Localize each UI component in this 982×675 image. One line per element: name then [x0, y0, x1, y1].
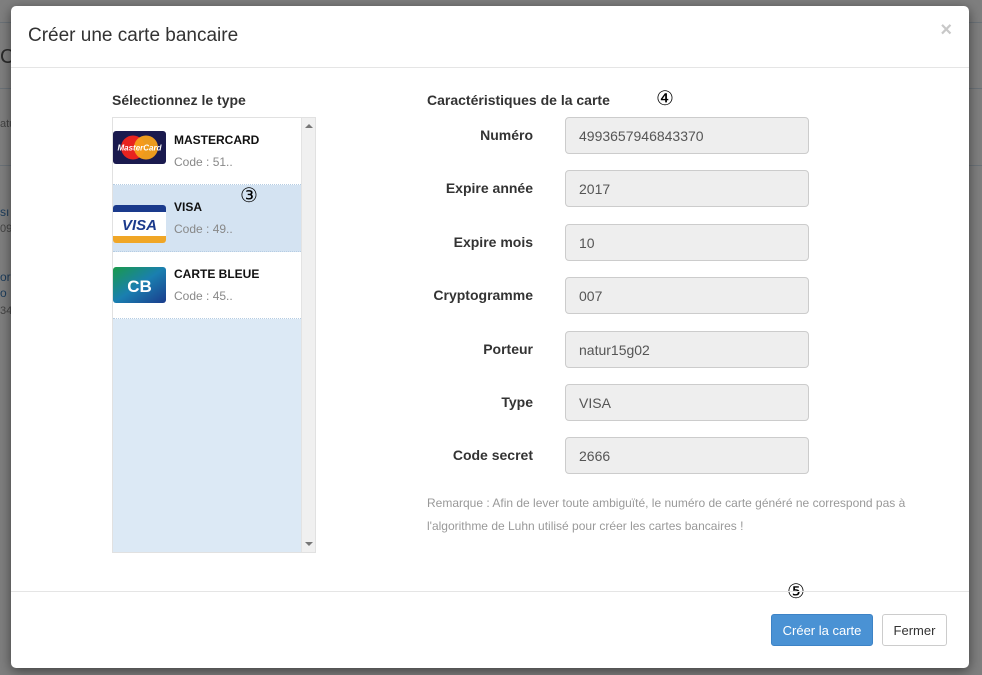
visa-logo-icon: VISA [113, 205, 166, 243]
card-type-item-mastercard[interactable]: MasterCard MASTERCARD Code : 51.. [113, 118, 301, 185]
form-row-expire-mois: Expire mois [411, 224, 811, 262]
expire-annee-field[interactable] [565, 170, 809, 207]
form-row-cryptogramme: Cryptogramme [411, 277, 811, 315]
card-type-item-visa[interactable]: VISA VISA Code : 49.. [113, 185, 301, 252]
code-secret-label: Code secret [452, 447, 533, 463]
visa-logo-text: VISA [122, 217, 157, 234]
form-row-numero: Numéro [411, 117, 811, 155]
close-button[interactable]: Fermer [882, 614, 947, 646]
expire-annee-label: Expire année [445, 180, 533, 196]
carte-bleue-logo-icon: CB [113, 267, 166, 303]
create-card-dialog: Créer une carte bancaire × Sélectionnez … [11, 6, 969, 668]
card-type-item-carte-bleue[interactable]: CB CARTE BLEUE Code : 45.. [113, 252, 301, 319]
porteur-field[interactable] [565, 331, 809, 368]
card-type-code: Code : 49.. [174, 222, 233, 236]
form-row-expire-annee: Expire année [411, 170, 811, 208]
scroll-up-arrow-icon[interactable] [305, 124, 313, 128]
form-row-porteur: Porteur [411, 331, 811, 369]
expire-mois-label: Expire mois [453, 234, 533, 250]
type-section-title: Sélectionnez le type [112, 92, 246, 108]
form-row-code-secret: Code secret [411, 437, 811, 475]
code-secret-field[interactable] [565, 437, 809, 474]
numero-label: Numéro [480, 127, 533, 143]
modal-header: Créer une carte bancaire × [11, 6, 969, 68]
form-row-type: Type [411, 384, 811, 422]
luhn-remark: Remarque : Afin de lever toute ambiguïté… [427, 496, 906, 533]
type-field[interactable] [565, 384, 809, 421]
card-type-name: VISA [174, 200, 203, 214]
card-type-name: CARTE BLEUE [174, 267, 260, 281]
scroll-down-arrow-icon[interactable] [305, 542, 313, 546]
numero-field[interactable] [565, 117, 809, 154]
modal-title: Créer une carte bancaire [28, 25, 239, 46]
details-section-title: Caractéristiques de la carte [427, 92, 610, 108]
close-icon[interactable]: × [940, 20, 952, 40]
card-type-list: MasterCard MASTERCARD Code : 51.. VISA V… [112, 117, 316, 553]
expire-mois-field[interactable] [565, 224, 809, 261]
step-4-annotation: ④ [656, 86, 674, 110]
mastercard-logo-icon: MasterCard [113, 131, 166, 164]
card-type-code: Code : 51.. [174, 155, 233, 169]
porteur-label: Porteur [483, 341, 533, 357]
card-list-scrollbar[interactable] [301, 118, 315, 552]
step-3-annotation: ③ [240, 183, 258, 207]
create-card-button[interactable]: Créer la carte [771, 614, 873, 646]
modal-footer: Créer la carte Fermer [11, 591, 969, 668]
card-type-name: MASTERCARD [174, 133, 260, 147]
cryptogramme-field[interactable] [565, 277, 809, 314]
type-label: Type [501, 394, 533, 410]
mastercard-logo-text: MasterCard [117, 144, 162, 153]
card-type-code: Code : 45.. [174, 289, 233, 303]
cryptogramme-label: Cryptogramme [433, 287, 533, 303]
carte-bleue-logo-text: CB [127, 277, 152, 296]
